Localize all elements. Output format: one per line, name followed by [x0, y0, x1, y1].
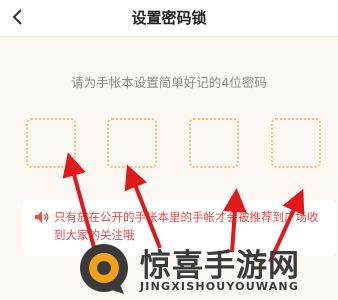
pin-slot-3[interactable]: [189, 118, 239, 168]
header-divider: [0, 36, 338, 37]
chevron-left-icon: [12, 9, 22, 25]
watermark-text-cn: 惊喜手游网: [140, 248, 300, 284]
pin-slot-4[interactable]: [271, 118, 321, 168]
watermark-logo-icon: [80, 244, 128, 294]
watermark-text-en: JINGXISHOUYOUWANG: [140, 280, 300, 293]
speaker-icon: [35, 211, 49, 223]
pin-slot-2[interactable]: [107, 118, 157, 168]
page-title: 设置密码锁: [131, 9, 207, 27]
back-button[interactable]: [6, 4, 30, 30]
password-prompt: 请为手帐本设置简单好记的4位密码: [71, 75, 267, 90]
top-bar: 设置密码锁: [0, 0, 338, 36]
pin-slot-1[interactable]: [26, 118, 76, 168]
